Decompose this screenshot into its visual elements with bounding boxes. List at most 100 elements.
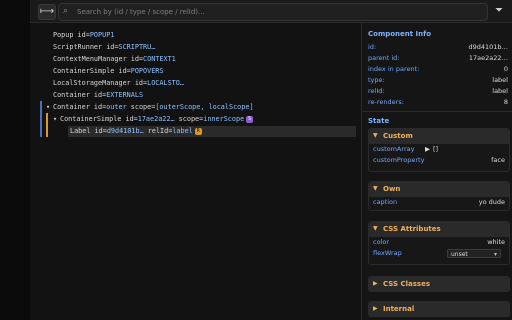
expand-array-icon[interactable]: ▶ <box>425 144 430 155</box>
tree-row-extra-label: scope= <box>174 115 204 123</box>
tree-row-type: Popup id= <box>53 31 90 39</box>
tree-row-type: Label id= <box>70 127 107 135</box>
component-tree: Popup id=POPUP1 ScriptRunner id=SCRIPTRU… <box>30 23 361 320</box>
state-value: yo dude <box>478 198 505 206</box>
internal-header[interactable]: ▶ Internal <box>369 302 509 317</box>
tree-row-id: outer <box>106 103 127 111</box>
tree-row-id: EXTERNALS <box>106 91 144 99</box>
section-divider <box>362 111 512 112</box>
info-key: parent id: <box>368 54 400 62</box>
top-toolbar: ⟼ ⌕ ⏷ <box>30 0 512 23</box>
info-key: type: <box>368 76 385 84</box>
expand-caret-icon[interactable]: ▾ <box>53 114 60 125</box>
select-value: unset <box>451 251 468 258</box>
tree-row[interactable]: Popup id=POPUP1 <box>30 30 384 41</box>
filter-button[interactable]: ⏷ <box>492 4 506 18</box>
flexwrap-select[interactable]: unset ▾ <box>447 249 501 258</box>
own-section-header[interactable]: ▼ Own <box>369 182 509 197</box>
tree-row-id: 17ae2a22… <box>137 115 175 123</box>
tree-row-id: POPUP1 <box>89 31 115 39</box>
info-row-index: index in parent: 0 <box>368 64 508 74</box>
tree-row[interactable]: ContainerSimple id=POPOVERS <box>30 66 384 77</box>
css-classes-header[interactable]: ▶ CSS Classes <box>369 277 509 292</box>
tree-row-extra-label: scope= <box>126 103 156 111</box>
info-value: label <box>492 87 508 95</box>
info-row-rerenders: re-renders: 8 <box>368 97 508 107</box>
tree-row-type: ContainerSimple id= <box>53 67 131 75</box>
collapse-caret-icon: ▼ <box>373 132 378 139</box>
info-key: index in parent: <box>368 65 420 73</box>
search-box[interactable]: ⌕ <box>58 3 488 21</box>
tree-row-type: ContextMenuManager id= <box>53 55 144 63</box>
internal-title: Internal <box>383 305 415 313</box>
state-row: customArray ▶ [] <box>369 144 509 155</box>
css-attributes-header[interactable]: ▼ CSS Attributes <box>369 222 509 237</box>
component-picker-button[interactable]: ⟼ <box>38 4 56 20</box>
scope-badge: S <box>246 115 254 123</box>
expand-caret-icon[interactable]: ▾ <box>46 102 53 113</box>
info-value: 8 <box>503 98 508 106</box>
tree-row-selected[interactable]: Label id=d9d4101b… relId=label R <box>68 126 356 137</box>
state-key: flexWrap <box>373 249 402 257</box>
state-key: color <box>373 238 390 246</box>
info-key: re-renders: <box>368 98 404 106</box>
tree-row-id: CONTEXT1 <box>143 55 176 63</box>
info-row-parent: parent id: 17ae2a22… <box>368 53 508 63</box>
tree-row-inner-container[interactable]: ▾ ContainerSimple id=17ae2a22… scope=inne… <box>30 114 384 125</box>
info-row-id: id: d9d4101b… <box>368 42 508 52</box>
tree-row-id: LOCALSTO… <box>147 79 184 87</box>
component-picker-icon: ⟼ <box>39 6 55 17</box>
tree-row-id: POPOVERS <box>130 67 164 75</box>
info-key: relId: <box>368 87 385 95</box>
collapse-caret-icon: ▼ <box>373 185 378 192</box>
custom-section-title: Custom <box>383 132 413 140</box>
info-row-relid: relId: label <box>368 86 508 96</box>
info-key: id: <box>368 43 377 51</box>
state-value: [] <box>433 145 439 153</box>
state-title: State <box>368 117 390 125</box>
tree-row-outer-container[interactable]: ▾ Container id=outer scope=[outerScope, l… <box>30 102 377 113</box>
state-row: customProperty face <box>369 155 509 166</box>
search-input[interactable] <box>77 4 477 20</box>
state-row: flexWrap unset ▾ <box>369 248 509 259</box>
state-key: customArray <box>373 145 415 153</box>
css-attributes-title: CSS Attributes <box>383 225 441 233</box>
tree-row[interactable]: ScriptRunner id=SCRIPTRU… <box>30 42 384 53</box>
search-icon: ⌕ <box>63 6 69 16</box>
component-info-title: Component Info <box>368 30 431 38</box>
own-section-title: Own <box>383 185 401 193</box>
tree-row-type: ContainerSimple id= <box>60 115 138 123</box>
tree-row-type: Container id= <box>53 103 107 111</box>
filter-icon: ⏷ <box>495 5 503 16</box>
tree-row-type: ScriptRunner id= <box>53 43 119 51</box>
tree-row[interactable]: ContextMenuManager id=CONTEXT1 <box>30 54 384 65</box>
collapse-caret-icon: ▼ <box>373 225 378 232</box>
tree-row[interactable]: Container id=EXTERNALS <box>30 90 384 101</box>
tree-row-extra-value: label <box>172 127 193 135</box>
tree-row-extra-label: relId= <box>143 127 173 135</box>
chevron-down-icon: ▾ <box>493 251 497 258</box>
own-state-section: ▼ Own caption yo dude <box>368 181 510 211</box>
css-attributes-section: ▼ CSS Attributes color white flexWrap un… <box>368 221 510 265</box>
devtools-frame: ⟼ ⌕ ⏷ Popup id=POPUP1 ScriptRunner id=SC… <box>0 0 512 320</box>
tree-row-id: SCRIPTRU… <box>118 43 156 51</box>
state-row: color white <box>369 237 509 248</box>
relid-badge: R <box>194 127 202 135</box>
custom-section-header[interactable]: ▼ Custom <box>369 129 509 144</box>
internal-section: ▶ Internal <box>368 301 510 317</box>
inspector-panel: Component Info id: d9d4101b… parent id: 17… <box>362 23 512 320</box>
expand-caret-icon: ▶ <box>373 280 378 287</box>
state-value: white <box>487 238 505 246</box>
expand-caret-icon: ▶ <box>373 305 378 312</box>
tree-row[interactable]: LocalStorageManager id=LOCALSTO… <box>30 78 384 89</box>
info-value: 0 <box>503 65 508 73</box>
state-value: face <box>491 156 505 164</box>
css-classes-section: ▶ CSS Classes <box>368 276 510 292</box>
info-value: label <box>492 76 508 84</box>
tree-row-type: LocalStorageManager id= <box>53 79 148 87</box>
css-classes-title: CSS Classes <box>383 280 430 288</box>
left-gutter <box>0 0 30 320</box>
info-value: 17ae2a22… <box>468 54 508 62</box>
state-key: customProperty <box>373 156 425 164</box>
info-value: d9d4101b… <box>468 43 508 51</box>
